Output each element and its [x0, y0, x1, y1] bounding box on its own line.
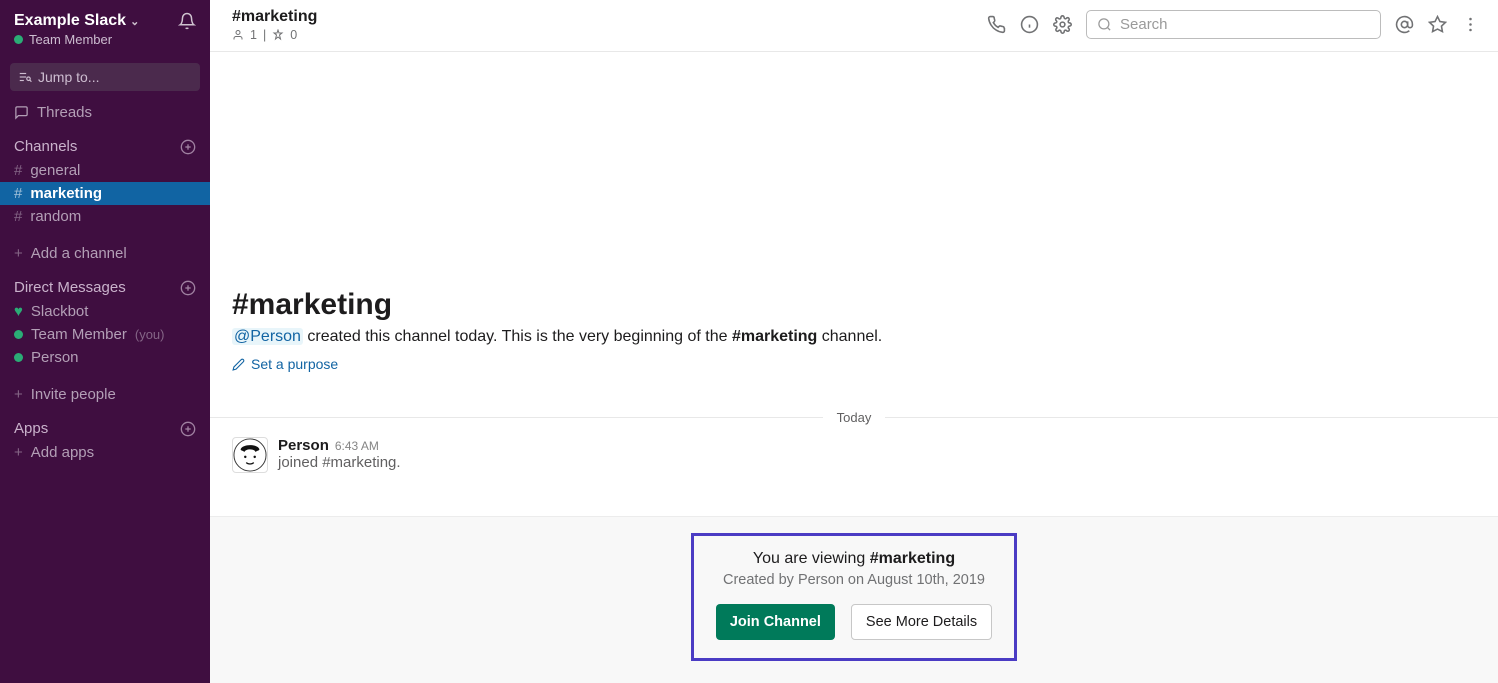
channel-intro: #marketing @Person created this channel …	[210, 288, 1498, 372]
avatar-icon	[233, 438, 267, 472]
panel-subtext: Created by Person on August 10th, 2019	[716, 572, 992, 588]
dm-slackbot[interactable]: ♥Slackbot	[0, 300, 210, 323]
message-row: Person 6:43 AM joined #marketing.	[210, 437, 1498, 473]
info-icon[interactable]	[1020, 15, 1039, 34]
jump-placeholder: Jump to...	[38, 69, 99, 85]
dm-self[interactable]: Team Member(you)	[0, 323, 210, 346]
presence-dot-icon	[14, 330, 23, 339]
channel-marketing[interactable]: #marketing	[0, 182, 210, 205]
preview-footer: You are viewing #marketing Created by Pe…	[210, 516, 1498, 683]
avatar[interactable]	[232, 437, 268, 473]
add-app-icon[interactable]	[180, 421, 196, 437]
threads-link[interactable]: Threads	[0, 101, 210, 124]
hash-icon: #	[14, 208, 22, 225]
hash-icon: #	[14, 185, 22, 202]
notifications-icon[interactable]	[178, 12, 196, 30]
channel-random[interactable]: #random	[0, 205, 210, 228]
chevron-down-icon: ⌄	[130, 15, 139, 28]
main-panel: #marketing 1 | 0 Search	[210, 0, 1498, 683]
heart-icon: ♥	[14, 303, 23, 320]
current-user: Team Member	[29, 32, 112, 47]
intro-title: #marketing	[232, 288, 1476, 322]
pin-count[interactable]: 0	[290, 28, 297, 42]
pencil-icon	[232, 358, 245, 371]
dm-header: Direct Messages	[14, 279, 126, 296]
dm-person[interactable]: Person	[0, 346, 210, 369]
gear-icon[interactable]	[1053, 15, 1072, 34]
search-input[interactable]: Search	[1086, 10, 1381, 39]
thread-icon	[14, 105, 29, 120]
panel-heading: You are viewing #marketing	[716, 550, 992, 568]
message-time: 6:43 AM	[335, 439, 379, 453]
invite-people-link[interactable]: +Invite people	[0, 383, 210, 406]
presence-dot-icon	[14, 35, 23, 44]
plus-icon: +	[14, 386, 23, 403]
search-icon	[1097, 17, 1112, 32]
pin-icon	[272, 29, 284, 41]
topbar: #marketing 1 | 0 Search	[210, 0, 1498, 52]
channels-header: Channels	[14, 138, 77, 155]
workspace-switcher[interactable]: Example Slack ⌄	[14, 12, 139, 30]
plus-icon: +	[14, 444, 23, 461]
apps-header: Apps	[14, 420, 48, 437]
mentions-icon[interactable]	[1395, 15, 1414, 34]
star-icon[interactable]	[1428, 15, 1447, 34]
presence-dot-icon	[14, 353, 23, 362]
list-search-icon	[18, 70, 32, 84]
channel-general[interactable]: #general	[0, 159, 210, 182]
add-channel-link[interactable]: +Add a channel	[0, 242, 210, 265]
add-channel-icon[interactable]	[180, 139, 196, 155]
plus-icon: +	[14, 245, 23, 262]
message-author[interactable]: Person	[278, 437, 329, 454]
join-channel-button[interactable]: Join Channel	[716, 604, 835, 640]
more-icon[interactable]	[1461, 15, 1480, 34]
member-count[interactable]: 1	[250, 28, 257, 42]
join-panel: You are viewing #marketing Created by Pe…	[691, 533, 1017, 661]
day-divider: Today	[210, 410, 1498, 425]
intro-text: @Person created this channel today. This…	[232, 328, 1476, 346]
sidebar: Example Slack ⌄ Team Member Jump to... T…	[0, 0, 210, 683]
phone-icon[interactable]	[987, 15, 1006, 34]
channel-title[interactable]: #marketing	[232, 8, 317, 26]
workspace-name: Example Slack	[14, 12, 126, 30]
message-text: joined #marketing.	[278, 454, 401, 471]
jump-to-input[interactable]: Jump to...	[10, 63, 200, 91]
creator-mention[interactable]: @Person	[232, 328, 303, 345]
hash-icon: #	[14, 162, 22, 179]
set-purpose-link[interactable]: Set a purpose	[232, 356, 1476, 372]
new-dm-icon[interactable]	[180, 280, 196, 296]
add-apps-link[interactable]: +Add apps	[0, 441, 210, 464]
see-details-button[interactable]: See More Details	[851, 604, 992, 640]
person-icon	[232, 29, 244, 41]
search-placeholder: Search	[1120, 16, 1168, 33]
